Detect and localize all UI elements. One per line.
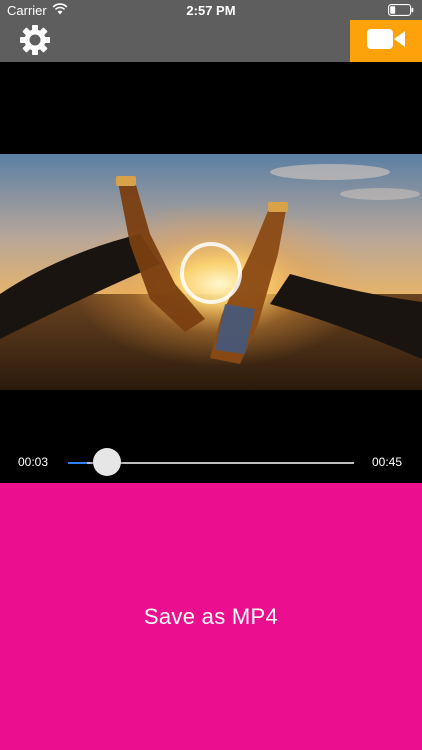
video-camera-icon (366, 27, 406, 56)
status-bar: Carrier 2:57 PM (0, 0, 422, 20)
save-as-mp4-button[interactable]: Save as MP4 (0, 483, 422, 750)
clock: 2:57 PM (186, 3, 236, 18)
gear-icon (19, 24, 51, 61)
save-button-label: Save as MP4 (143, 603, 279, 629)
top-bar: Carrier 2:57 PM (0, 0, 422, 62)
current-time: 00:03 (18, 455, 49, 469)
record-video-button[interactable] (350, 20, 422, 62)
total-time: 00:45 (372, 455, 403, 469)
seek-bar-progress (68, 462, 88, 464)
seek-thumb[interactable] (93, 448, 122, 476)
play-ring-icon[interactable] (180, 242, 242, 304)
battery-icon (388, 4, 414, 16)
settings-button[interactable] (15, 24, 55, 61)
video-player (0, 62, 422, 483)
